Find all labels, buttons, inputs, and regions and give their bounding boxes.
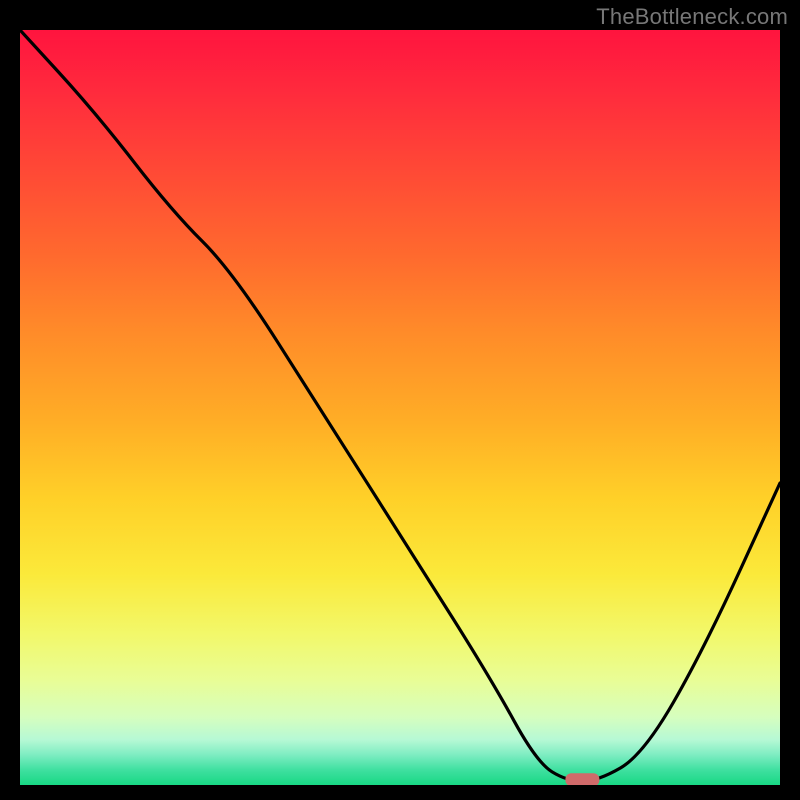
optimal-marker xyxy=(565,773,599,785)
chart-frame: TheBottleneck.com xyxy=(0,0,800,800)
curve-layer xyxy=(20,30,780,785)
bottleneck-curve xyxy=(20,30,780,781)
watermark-text: TheBottleneck.com xyxy=(596,4,788,30)
plot-area xyxy=(20,30,780,785)
